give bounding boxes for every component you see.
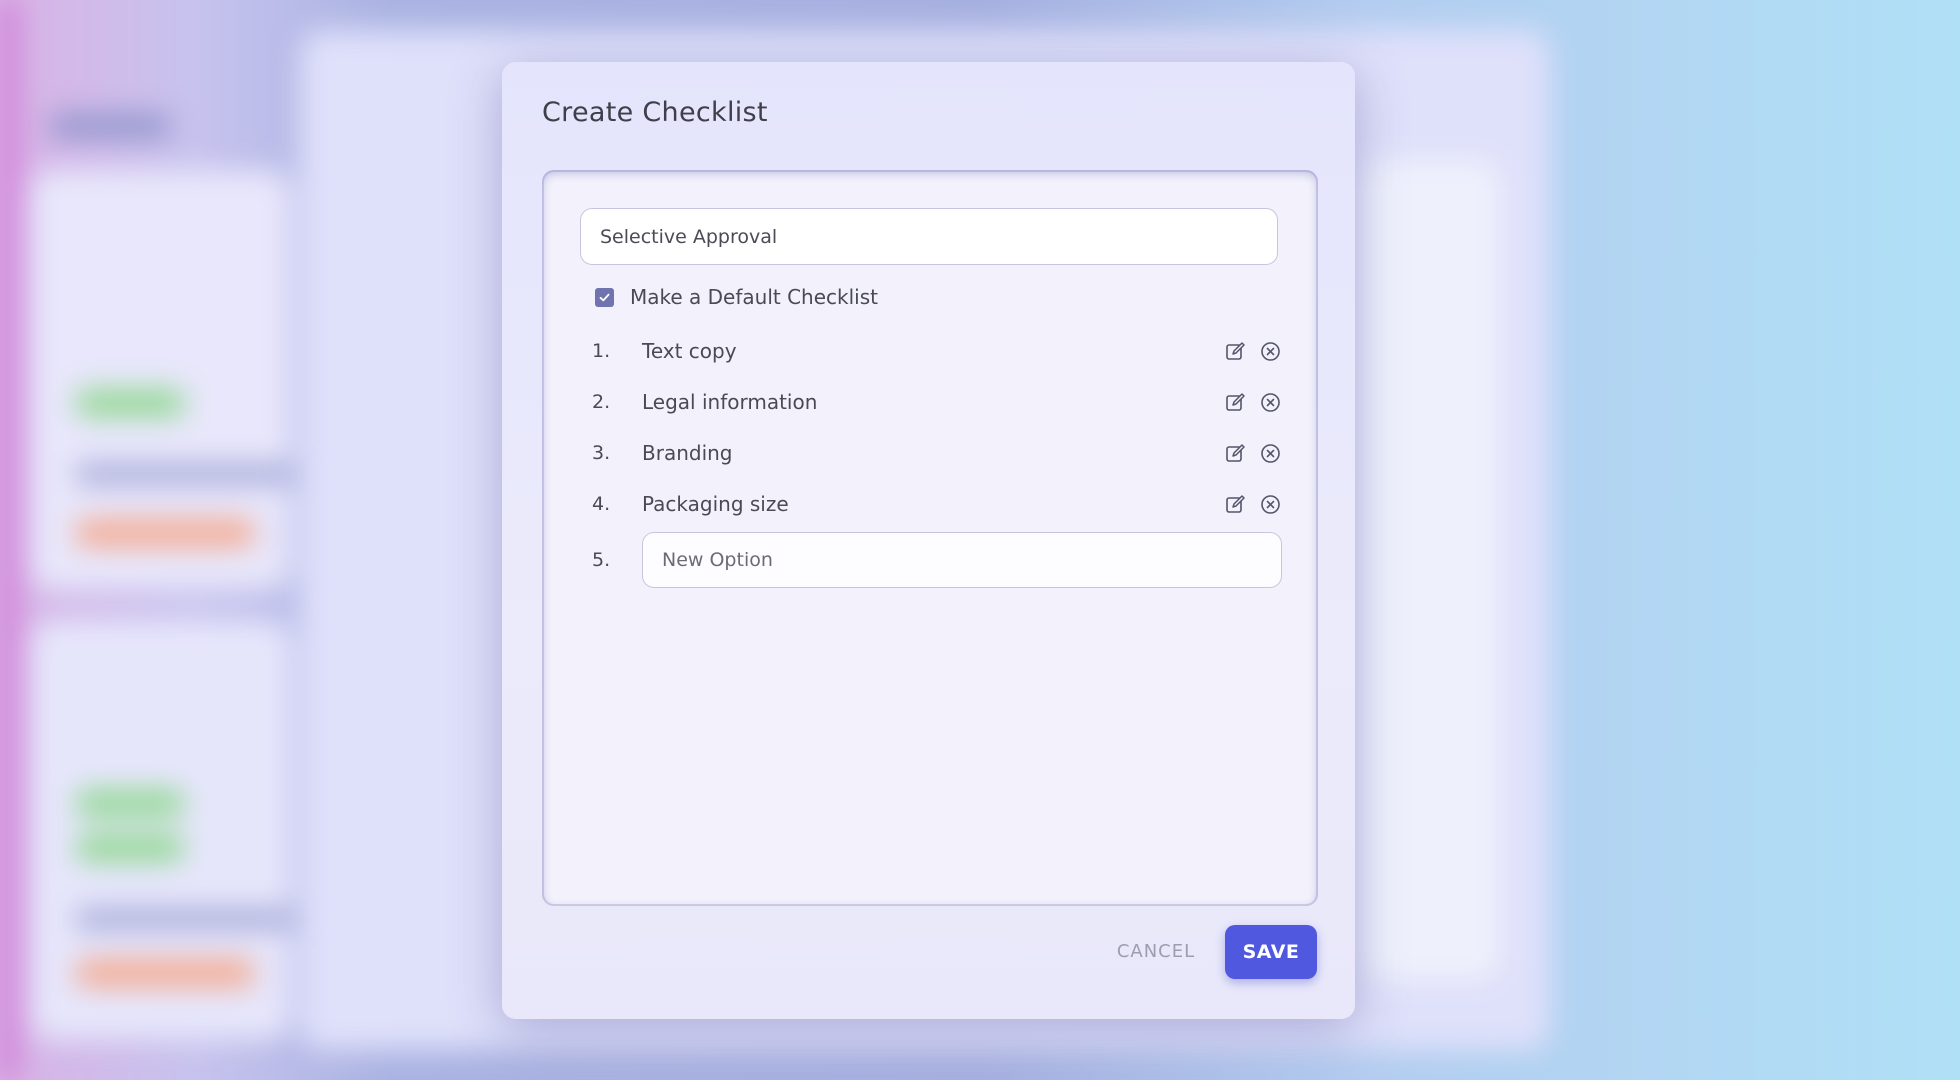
background-side-panel — [1360, 160, 1500, 980]
item-number: 1. — [592, 340, 611, 362]
modal-title: Create Checklist — [542, 97, 768, 128]
checklist-item: 3. Branding — [592, 433, 1282, 473]
edit-icon[interactable] — [1223, 339, 1247, 363]
create-checklist-modal: Create Checklist Make a Default Checklis… — [502, 62, 1355, 1019]
edit-icon[interactable] — [1223, 441, 1247, 465]
item-text: Packaging size — [642, 492, 789, 516]
checklist-panel: Make a Default Checklist 1. Text copy 2.… — [542, 170, 1318, 906]
default-checklist-label: Make a Default Checklist — [630, 285, 878, 309]
checklist-name-input[interactable] — [580, 208, 1278, 265]
background-title-placeholder — [50, 115, 170, 137]
item-text: Text copy — [642, 339, 737, 363]
cancel-button[interactable]: CANCEL — [1106, 925, 1206, 977]
checklist-item: 1. Text copy — [592, 331, 1282, 371]
remove-circle-x-icon[interactable] — [1258, 390, 1282, 414]
item-number: 4. — [592, 493, 611, 515]
edit-icon[interactable] — [1223, 492, 1247, 516]
background-badge — [75, 520, 255, 546]
background-badge — [75, 960, 255, 986]
checkmark-icon — [599, 293, 610, 301]
item-number: 3. — [592, 442, 611, 464]
remove-circle-x-icon[interactable] — [1258, 492, 1282, 516]
item-text: Branding — [642, 441, 733, 465]
new-item-row: 5. — [592, 532, 1282, 588]
checklist-item: 4. Packaging size — [592, 484, 1282, 524]
remove-circle-x-icon[interactable] — [1258, 441, 1282, 465]
edit-icon[interactable] — [1223, 390, 1247, 414]
background-badge — [75, 390, 185, 416]
new-option-input[interactable] — [642, 532, 1282, 588]
save-button[interactable]: SAVE — [1225, 925, 1317, 979]
remove-circle-x-icon[interactable] — [1258, 339, 1282, 363]
background-bar — [75, 910, 295, 928]
background-badge — [75, 835, 185, 861]
new-item-number: 5. — [592, 549, 611, 571]
item-text: Legal information — [642, 390, 818, 414]
default-checklist-toggle[interactable]: Make a Default Checklist — [595, 285, 878, 309]
background-bar — [75, 465, 295, 483]
default-checklist-checkbox[interactable] — [595, 287, 614, 307]
background-accent-strip — [0, 0, 18, 1080]
checklist-item: 2. Legal information — [592, 382, 1282, 422]
item-number: 2. — [592, 391, 611, 413]
background-badge — [75, 790, 185, 816]
